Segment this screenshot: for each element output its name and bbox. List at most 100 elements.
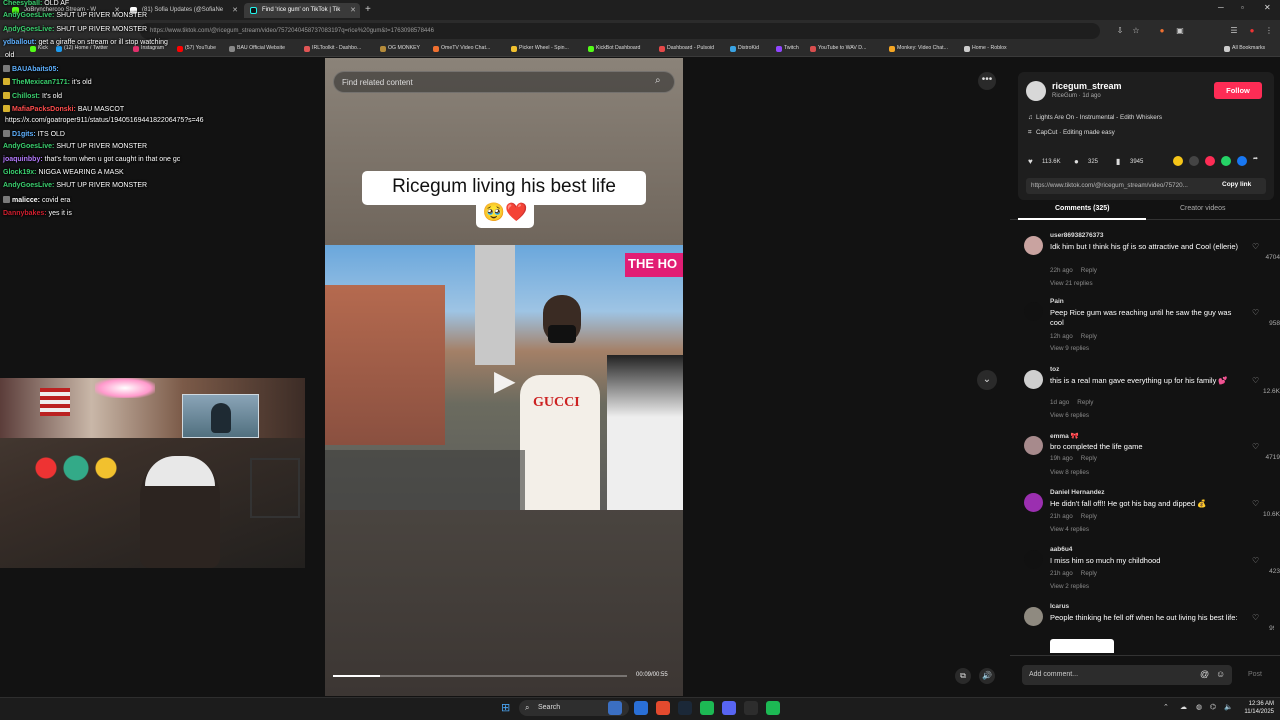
search-icon[interactable]: ⌕ xyxy=(655,75,667,87)
comment-avatar[interactable] xyxy=(1024,493,1043,512)
bookmark-item[interactable]: OmeTV Video Chat... xyxy=(433,45,490,52)
bookmark-item[interactable]: Picker Wheel - Spin... xyxy=(511,45,569,52)
profile-icon[interactable]: ☰ xyxy=(1229,26,1239,36)
comment-like-icon[interactable]: ♡ xyxy=(1252,613,1259,622)
post-button[interactable]: Post xyxy=(1248,671,1262,678)
chat-username[interactable]: AndyGoesLive: xyxy=(3,12,54,19)
chrome-icon[interactable] xyxy=(634,701,648,715)
spotify-2-icon[interactable] xyxy=(744,701,758,715)
reply-button[interactable]: Reply xyxy=(1081,333,1097,340)
comment-avatar[interactable] xyxy=(1024,436,1043,455)
author-avatar[interactable] xyxy=(1026,81,1046,101)
chat-username[interactable]: D1gits: xyxy=(12,131,36,138)
bookmark-item[interactable]: Twitch xyxy=(776,45,799,52)
copy-link-button[interactable]: Copy link xyxy=(1222,181,1251,188)
taskbar-clock[interactable]: 12:36 AM 11/14/2025 xyxy=(1238,700,1274,716)
avatar-icon[interactable]: ● xyxy=(1247,26,1257,36)
steam-icon[interactable] xyxy=(656,701,670,715)
comment-username[interactable]: toz xyxy=(1050,366,1059,373)
comment-like-icon[interactable]: ♡ xyxy=(1252,442,1259,451)
tray-cloud-icon[interactable]: ☁ xyxy=(1180,703,1187,711)
reply-button[interactable]: Reply xyxy=(1077,399,1093,406)
comment-avatar[interactable] xyxy=(1024,370,1043,389)
view-replies-button[interactable]: View 2 replies xyxy=(1050,583,1089,590)
close-window-icon[interactable]: ✕ xyxy=(1264,3,1271,12)
chat-username[interactable]: Dannybakes: xyxy=(3,210,47,217)
comment-stat[interactable]: ● 325 xyxy=(1074,157,1098,166)
reply-button[interactable]: Reply xyxy=(1081,267,1097,274)
comment-like-icon[interactable]: ♡ xyxy=(1252,242,1259,251)
comment-username[interactable]: user86938276373 xyxy=(1050,232,1104,239)
comment-like-icon[interactable]: ♡ xyxy=(1252,556,1259,565)
like-stat[interactable]: ♥ 113.6K xyxy=(1028,157,1061,166)
bookmark-item[interactable]: Dashboard - Pulsoid xyxy=(659,45,714,52)
install-icon[interactable]: ⇩ xyxy=(1115,26,1125,36)
play-icon[interactable]: ▶ xyxy=(494,364,516,397)
mention-icon[interactable]: @ xyxy=(1200,669,1209,679)
view-replies-button[interactable]: View 21 replies xyxy=(1050,280,1093,287)
capcut-row[interactable]: ⌗ CapCut · Editing made easy xyxy=(1028,129,1115,137)
video-link-text[interactable]: https://www.tiktok.com/@ricegum_stream/v… xyxy=(1031,182,1215,189)
next-video-icon[interactable]: ⌄ xyxy=(977,370,997,390)
extensions-puzzle-icon[interactable]: ▣ xyxy=(1175,26,1185,36)
spotify-icon[interactable] xyxy=(678,701,692,715)
comment-username[interactable]: Icarus xyxy=(1050,603,1069,610)
bookmark-item[interactable]: Home - Roblox xyxy=(964,45,1007,52)
maximize-icon[interactable]: ▫ xyxy=(1241,3,1244,12)
tray-volume-icon[interactable]: 🔈 xyxy=(1224,703,1233,711)
volume-icon[interactable]: 🔊 xyxy=(979,668,995,684)
pip-icon[interactable]: ⧉ xyxy=(955,668,971,684)
discord-icon[interactable] xyxy=(700,701,714,715)
chat-username[interactable]: joaquinbby: xyxy=(3,156,43,163)
chat-username[interactable]: ydballout: xyxy=(3,39,36,46)
comment-username[interactable]: Pain xyxy=(1050,298,1064,305)
bookmark-item[interactable]: OG MONKEY xyxy=(380,45,420,52)
comment-avatar[interactable] xyxy=(1024,302,1043,321)
comment-like-icon[interactable]: ♡ xyxy=(1252,308,1259,317)
extension-icon[interactable]: ● xyxy=(1157,26,1167,36)
view-replies-button[interactable]: View 4 replies xyxy=(1050,526,1089,533)
comment-like-icon[interactable]: ♡ xyxy=(1252,376,1259,385)
tab-comments[interactable]: Comments (325) xyxy=(1055,205,1109,212)
music-row[interactable]: ♫ Lights Are On - Instrumental - Edith Wh… xyxy=(1028,114,1162,121)
reply-button[interactable]: Reply xyxy=(1081,570,1097,577)
share-arrow-icon[interactable]: ➦ xyxy=(1253,155,1258,162)
reply-button[interactable]: Reply xyxy=(1081,513,1097,520)
view-replies-button[interactable]: View 9 replies xyxy=(1050,345,1089,352)
share-facebook-icon[interactable] xyxy=(1237,156,1247,166)
menu-dots-icon[interactable]: ⋮ xyxy=(1264,26,1274,36)
related-search-input[interactable]: Find related content xyxy=(333,71,675,93)
comment-like-icon[interactable]: ♡ xyxy=(1252,499,1259,508)
close-icon[interactable]: ✕ xyxy=(350,6,356,14)
share-tiktok-icon[interactable] xyxy=(1205,156,1215,166)
comment-username[interactable]: aab6u4 xyxy=(1050,546,1072,553)
share-coin-icon[interactable] xyxy=(1173,156,1183,166)
chat-username[interactable]: MafiaPacksDonski: xyxy=(12,106,76,113)
comment-avatar[interactable] xyxy=(1024,236,1043,255)
bookmark-item[interactable]: YouTube to WAV D... xyxy=(810,45,866,52)
new-tab-button[interactable]: + xyxy=(365,4,371,15)
tray-app-icon[interactable]: ◍ xyxy=(1196,703,1202,711)
bookmark-item[interactable]: Monkey: Video Chat... xyxy=(889,45,948,52)
emoji-icon[interactable]: ☺ xyxy=(1216,669,1225,679)
all-bookmarks[interactable]: All Bookmarks xyxy=(1224,45,1265,52)
chat-username[interactable]: AndyGoesLive: xyxy=(3,182,54,189)
bookmark-item[interactable]: DistroKid xyxy=(730,45,759,52)
chat-username[interactable]: BAUAbaits05: xyxy=(12,66,59,73)
comment-avatar[interactable] xyxy=(1024,607,1043,626)
minimize-icon[interactable]: ─ xyxy=(1218,3,1224,12)
save-stat[interactable]: ▮ 3945 xyxy=(1116,157,1143,166)
discord-2-icon[interactable] xyxy=(766,701,780,715)
comment-image[interactable] xyxy=(1050,639,1114,653)
view-replies-button[interactable]: View 6 replies xyxy=(1050,412,1089,419)
bookmark-star-icon[interactable]: ☆ xyxy=(1131,26,1141,36)
view-replies-button[interactable]: View 8 replies xyxy=(1050,469,1089,476)
chat-username[interactable]: Cheesyball: xyxy=(3,0,42,7)
comment-username[interactable]: Daniel Hernandez xyxy=(1050,489,1105,496)
comment-avatar[interactable] xyxy=(1024,550,1043,569)
share-embed-icon[interactable] xyxy=(1189,156,1199,166)
obs-icon[interactable] xyxy=(722,701,736,715)
follow-button[interactable]: Follow xyxy=(1214,82,1262,99)
tab-creator-videos[interactable]: Creator videos xyxy=(1180,205,1226,212)
more-options-icon[interactable]: ••• xyxy=(978,72,996,90)
